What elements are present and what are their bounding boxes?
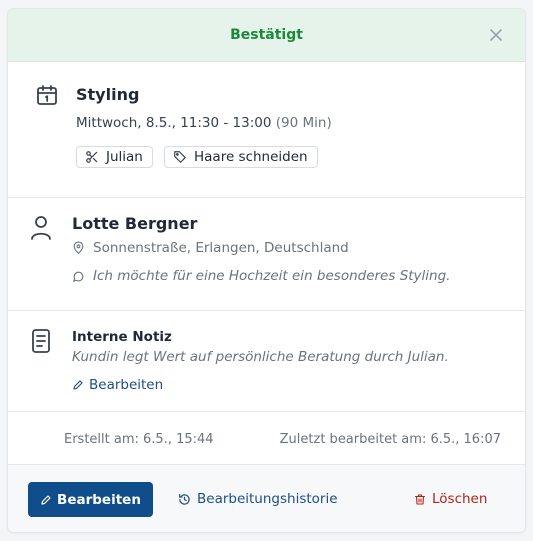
tag-icon <box>174 151 186 163</box>
scissors-icon <box>86 151 98 163</box>
tag-chip: Haare schneiden <box>164 146 318 168</box>
staff-chip: Julian <box>76 146 153 168</box>
delete-label: Löschen <box>432 491 488 507</box>
close-icon[interactable] <box>487 26 505 44</box>
appointment-section: Styling Mittwoch, 8.5., 11:30 - 13:00 (9… <box>8 62 525 198</box>
meta-section: Erstellt am: 6.5., 15:44 Zuletzt bearbei… <box>8 412 525 465</box>
trash-icon <box>414 493 426 505</box>
created-at: Erstellt am: 6.5., 15:44 <box>64 432 214 447</box>
customer-address-row: Sonnenstraße, Erlangen, Deutschland <box>72 240 349 256</box>
document-icon <box>31 328 51 354</box>
service-title: Styling <box>76 85 140 104</box>
note-edit-label: Bearbeiten <box>89 377 164 393</box>
delete-button[interactable]: Löschen <box>414 491 487 507</box>
updated-at: Zuletzt bearbeitet am: 6.5., 16:07 <box>279 432 501 447</box>
customer-message: Ich möchte für eine Hochzeit ein besonde… <box>93 268 451 284</box>
message-icon <box>73 271 84 282</box>
status-label: Bestätigt <box>230 27 303 43</box>
customer-address: Sonnenstraße, Erlangen, Deutschland <box>93 240 349 256</box>
edit-button-label: Bearbeiten <box>57 491 141 508</box>
calendar-icon <box>35 83 59 107</box>
note-title: Interne Notiz <box>72 329 172 345</box>
pencil-icon <box>73 380 83 390</box>
footer-actions: Bearbeiten Bearbeitungshistorie Löschen <box>8 464 525 532</box>
appointment-card: Bestätigt Styling Mittwoch, 8.5., 11:30 … <box>7 8 526 533</box>
duration-text: (90 Min) <box>275 115 332 131</box>
note-edit-link[interactable]: Bearbeiten <box>72 377 163 393</box>
datetime-text: Mittwoch, 8.5., 11:30 - 13:00 <box>76 115 272 131</box>
history-button[interactable]: Bearbeitungshistorie <box>178 491 338 507</box>
appointment-datetime: Mittwoch, 8.5., 11:30 - 13:00 (90 Min) <box>76 115 332 131</box>
customer-name: Lotte Bergner <box>72 214 198 233</box>
user-icon <box>29 214 53 240</box>
staff-name: Julian <box>106 149 143 165</box>
edit-button[interactable]: Bearbeiten <box>28 482 153 517</box>
map-pin-icon <box>73 241 84 255</box>
customer-section: Lotte Bergner Sonnenstraße, Erlangen, De… <box>8 198 525 311</box>
history-icon <box>179 493 190 505</box>
status-header: Bestätigt <box>8 9 525 62</box>
pencil-icon <box>41 494 51 505</box>
customer-message-row: Ich möchte für eine Hochzeit ein besonde… <box>72 268 450 284</box>
note-section: Interne Notiz Kundin legt Wert auf persö… <box>8 311 525 412</box>
history-label: Bearbeitungshistorie <box>197 491 338 507</box>
tag-label: Haare schneiden <box>194 149 308 165</box>
note-text: Kundin legt Wert auf persönliche Beratun… <box>72 349 449 365</box>
